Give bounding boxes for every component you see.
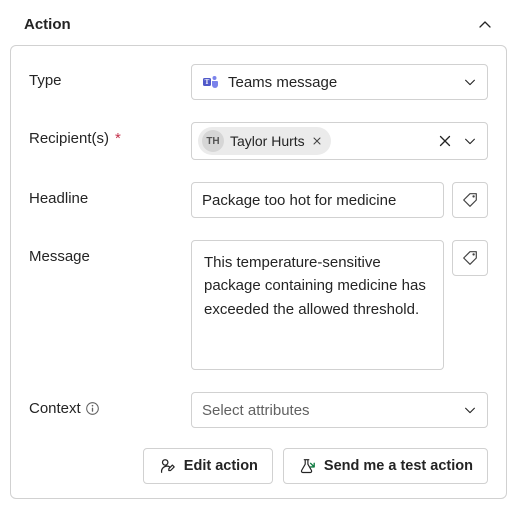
panel-title: Action [24, 16, 71, 33]
context-row: Context Select attributes [29, 392, 488, 428]
message-textarea[interactable]: This temperature-sensitive package conta… [191, 240, 444, 370]
recipients-picker[interactable]: TH Taylor Hurts [191, 122, 488, 160]
recipients-label: Recipient(s)* [29, 122, 179, 147]
clear-recipients-icon[interactable] [437, 133, 453, 149]
tag-icon [461, 249, 479, 267]
teams-icon: T [202, 73, 220, 91]
chevron-up-icon[interactable] [477, 17, 493, 33]
flask-icon [298, 457, 316, 475]
edit-button-label: Edit action [184, 458, 258, 474]
message-row: Message This temperature-sensitive packa… [29, 240, 488, 370]
message-label: Message [29, 240, 179, 265]
info-icon[interactable] [85, 401, 100, 416]
panel-body: Type T Teams message Recipie [10, 45, 507, 499]
type-row: Type T Teams message [29, 64, 488, 100]
message-value: This temperature-sensitive package conta… [204, 251, 431, 321]
type-label: Type [29, 64, 179, 89]
recipient-chip: TH Taylor Hurts [198, 127, 331, 155]
tag-icon [461, 191, 479, 209]
headline-input[interactable] [202, 192, 433, 209]
edit-icon [158, 457, 176, 475]
chevron-down-icon [463, 403, 477, 417]
context-label: Context [29, 392, 179, 417]
send-test-action-button[interactable]: Send me a test action [283, 448, 488, 484]
recipient-name: Taylor Hurts [230, 133, 305, 149]
required-mark: * [115, 130, 121, 147]
context-placeholder: Select attributes [202, 402, 310, 419]
avatar: TH [202, 130, 224, 152]
recipients-row: Recipient(s)* TH Taylor Hurts [29, 122, 488, 160]
type-select[interactable]: T Teams message [191, 64, 488, 100]
type-value: Teams message [228, 74, 337, 91]
action-panel: Action Type T Teams message [10, 10, 507, 499]
chevron-down-icon [463, 75, 477, 89]
chevron-down-icon [463, 134, 477, 148]
headline-row: Headline [29, 182, 488, 218]
footer-actions: Edit action Send me a test action [29, 448, 488, 484]
message-tag-button[interactable] [452, 240, 488, 276]
headline-tag-button[interactable] [452, 182, 488, 218]
svg-text:T: T [205, 78, 210, 86]
headline-input-wrap [191, 182, 444, 218]
panel-header[interactable]: Action [10, 10, 507, 45]
remove-chip-icon[interactable] [311, 135, 323, 147]
context-select[interactable]: Select attributes [191, 392, 488, 428]
headline-label: Headline [29, 182, 179, 207]
edit-action-button[interactable]: Edit action [143, 448, 273, 484]
test-button-label: Send me a test action [324, 458, 473, 474]
